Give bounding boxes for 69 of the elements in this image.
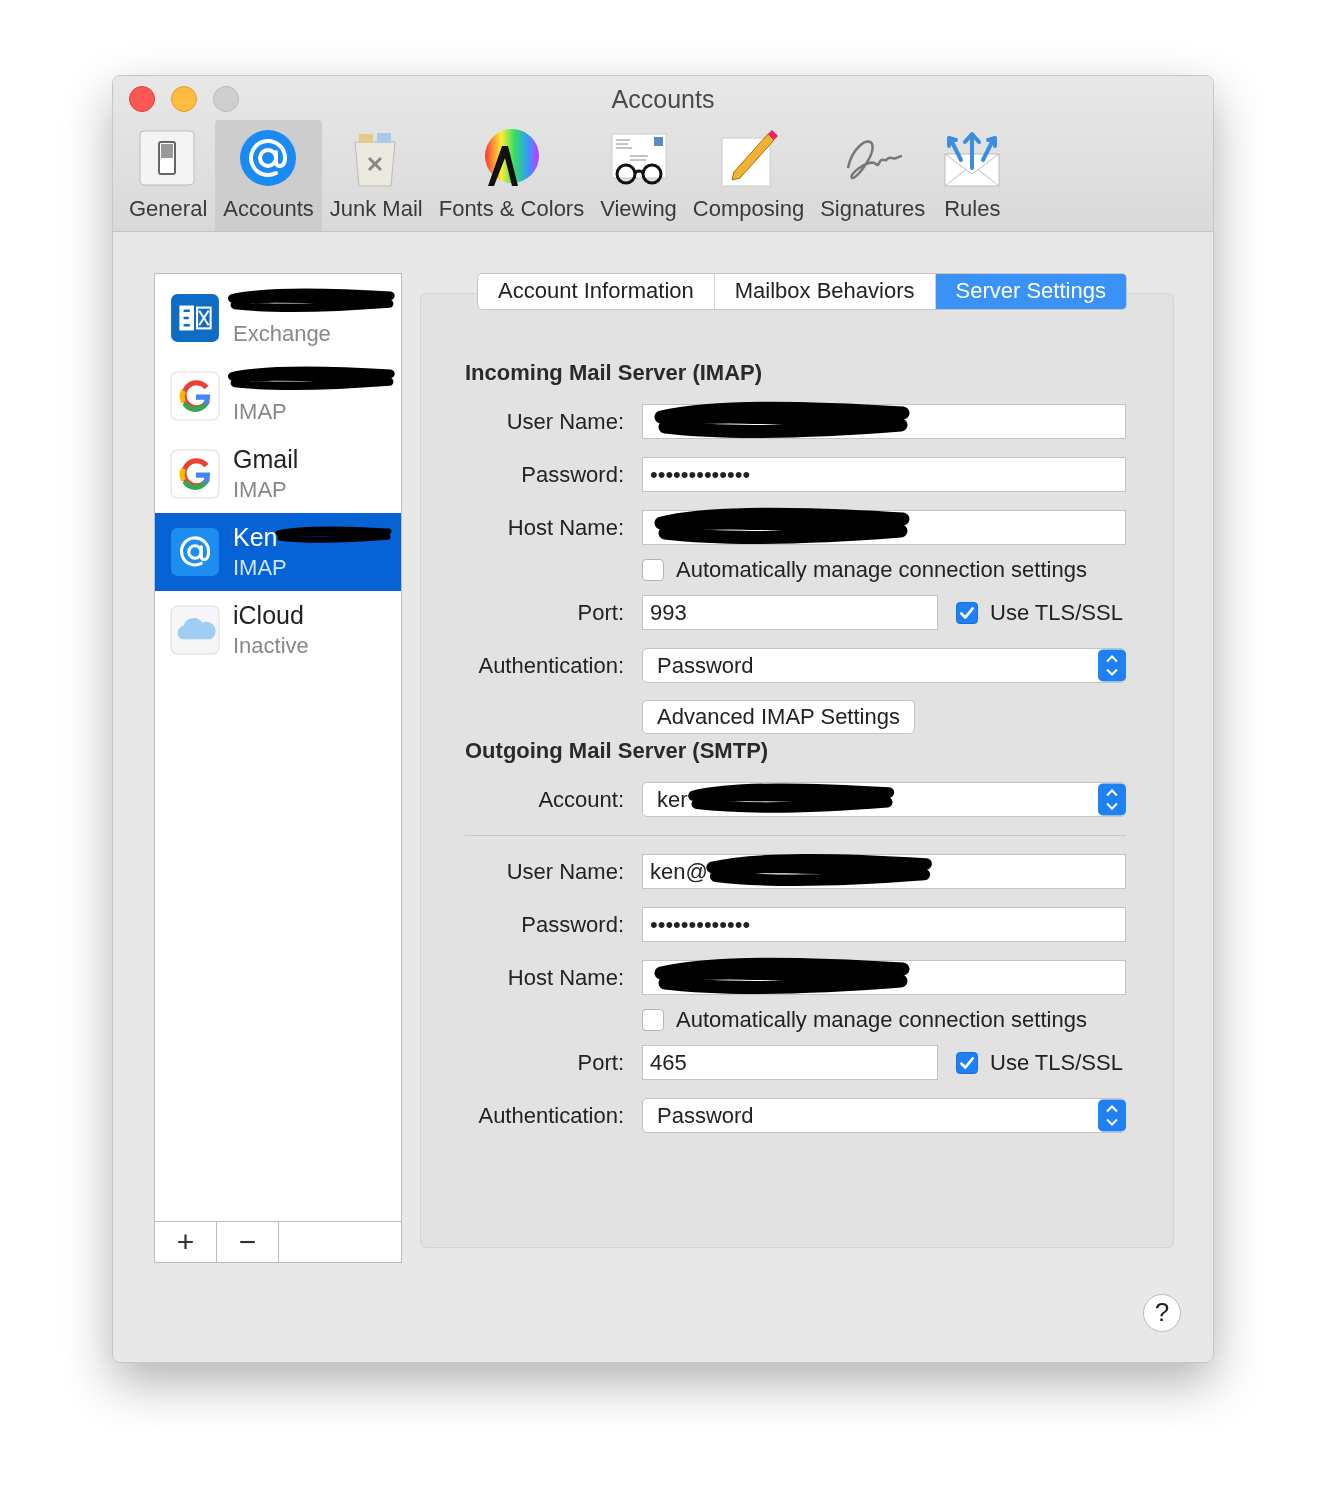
input-field[interactable] xyxy=(642,960,1126,995)
account-item[interactable]: IMAP xyxy=(155,357,401,435)
toolbar-button[interactable]: Signatures xyxy=(812,120,934,231)
account-item[interactable]: Gmail IMAP xyxy=(155,435,401,513)
account-type: IMAP xyxy=(233,399,287,425)
toolbar-button[interactable]: General xyxy=(121,120,216,231)
toolbar-button[interactable]: Rules xyxy=(933,120,1012,231)
help-button[interactable]: ? xyxy=(1143,1293,1181,1332)
account-item[interactable]: Exchange xyxy=(155,279,401,357)
password-field[interactable]: ••••••••••••• xyxy=(642,457,1126,492)
toolbar-button[interactable]: Composing xyxy=(684,120,813,231)
account-item[interactable]: iCloud Inactive xyxy=(155,591,401,669)
at-sign-icon xyxy=(169,526,221,578)
field-label: Host Name: xyxy=(507,514,624,540)
toolbar-button[interactable]: Viewing xyxy=(592,120,685,231)
field-label: Password: xyxy=(521,911,624,937)
account-name: Gmail xyxy=(233,445,299,473)
checkbox[interactable] xyxy=(642,1009,664,1031)
checkbox-label: Automatically manage connection settings xyxy=(676,1007,1087,1033)
exchange-icon xyxy=(169,292,221,344)
field-label: User Name: xyxy=(506,408,624,434)
field-label: User Name: xyxy=(506,858,624,884)
checkbox[interactable] xyxy=(956,601,978,624)
field-label: Authentication: xyxy=(478,1102,624,1128)
account-type: IMAP xyxy=(233,477,288,503)
advanced-settings-button[interactable]: Advanced IMAP Settings xyxy=(642,700,915,734)
toolbar-button[interactable]: Fonts & Colors xyxy=(430,120,593,231)
account-type: Inactive xyxy=(233,633,309,659)
input-field[interactable] xyxy=(642,510,1126,545)
port-field[interactable]: 993 xyxy=(642,595,938,630)
checkbox-label: Use TLS/SSL xyxy=(990,1049,1123,1076)
google-g-icon xyxy=(169,370,221,422)
checkbox[interactable] xyxy=(956,1051,978,1074)
close-button[interactable] xyxy=(129,86,155,112)
window-title: Accounts xyxy=(611,84,715,114)
google-g-icon xyxy=(169,448,221,500)
field-label: Port: xyxy=(577,1049,624,1075)
password-field[interactable]: ••••••••••••• xyxy=(642,907,1126,942)
dropdown[interactable]: ker xyxy=(642,782,1126,817)
stepper-icon xyxy=(1098,782,1126,817)
tab[interactable]: Mailbox Behaviors xyxy=(714,274,936,309)
section-heading: Incoming Mail Server (IMAP) xyxy=(465,360,764,386)
toolbar-button[interactable]: Accounts xyxy=(215,120,322,231)
account-item[interactable]: Ken IMAP xyxy=(155,513,401,591)
dropdown[interactable]: Password xyxy=(642,648,1126,683)
stepper-icon xyxy=(1098,648,1126,683)
section-heading: Outgoing Mail Server (SMTP) xyxy=(465,738,770,764)
account-type: Exchange xyxy=(233,321,331,347)
checkbox-label: Automatically manage connection settings xyxy=(676,557,1087,583)
toolbar-button[interactable]: Junk Mail xyxy=(321,120,431,231)
tab[interactable]: Account Information xyxy=(478,274,715,309)
field-label: Host Name: xyxy=(507,964,624,990)
account-name: Ken xyxy=(233,523,278,551)
remove-button[interactable]: − xyxy=(217,1222,279,1262)
checkbox[interactable] xyxy=(642,559,664,581)
field-label: Password: xyxy=(521,461,624,487)
checkbox-label: Use TLS/SSL xyxy=(990,599,1123,626)
dropdown[interactable]: Password xyxy=(642,1098,1126,1133)
field-label: Port: xyxy=(577,599,624,625)
input-field[interactable]: ken@ xyxy=(642,854,1126,889)
account-type: IMAP xyxy=(233,555,287,581)
stepper-icon xyxy=(1098,1098,1126,1133)
account-name: iCloud xyxy=(233,601,304,629)
cloud-icon xyxy=(169,604,221,656)
field-label: Account: xyxy=(538,786,624,812)
input-field[interactable] xyxy=(642,404,1126,439)
port-field[interactable]: 465 xyxy=(642,1045,938,1080)
add-button[interactable]: + xyxy=(155,1222,217,1262)
field-label: Authentication: xyxy=(478,652,624,678)
